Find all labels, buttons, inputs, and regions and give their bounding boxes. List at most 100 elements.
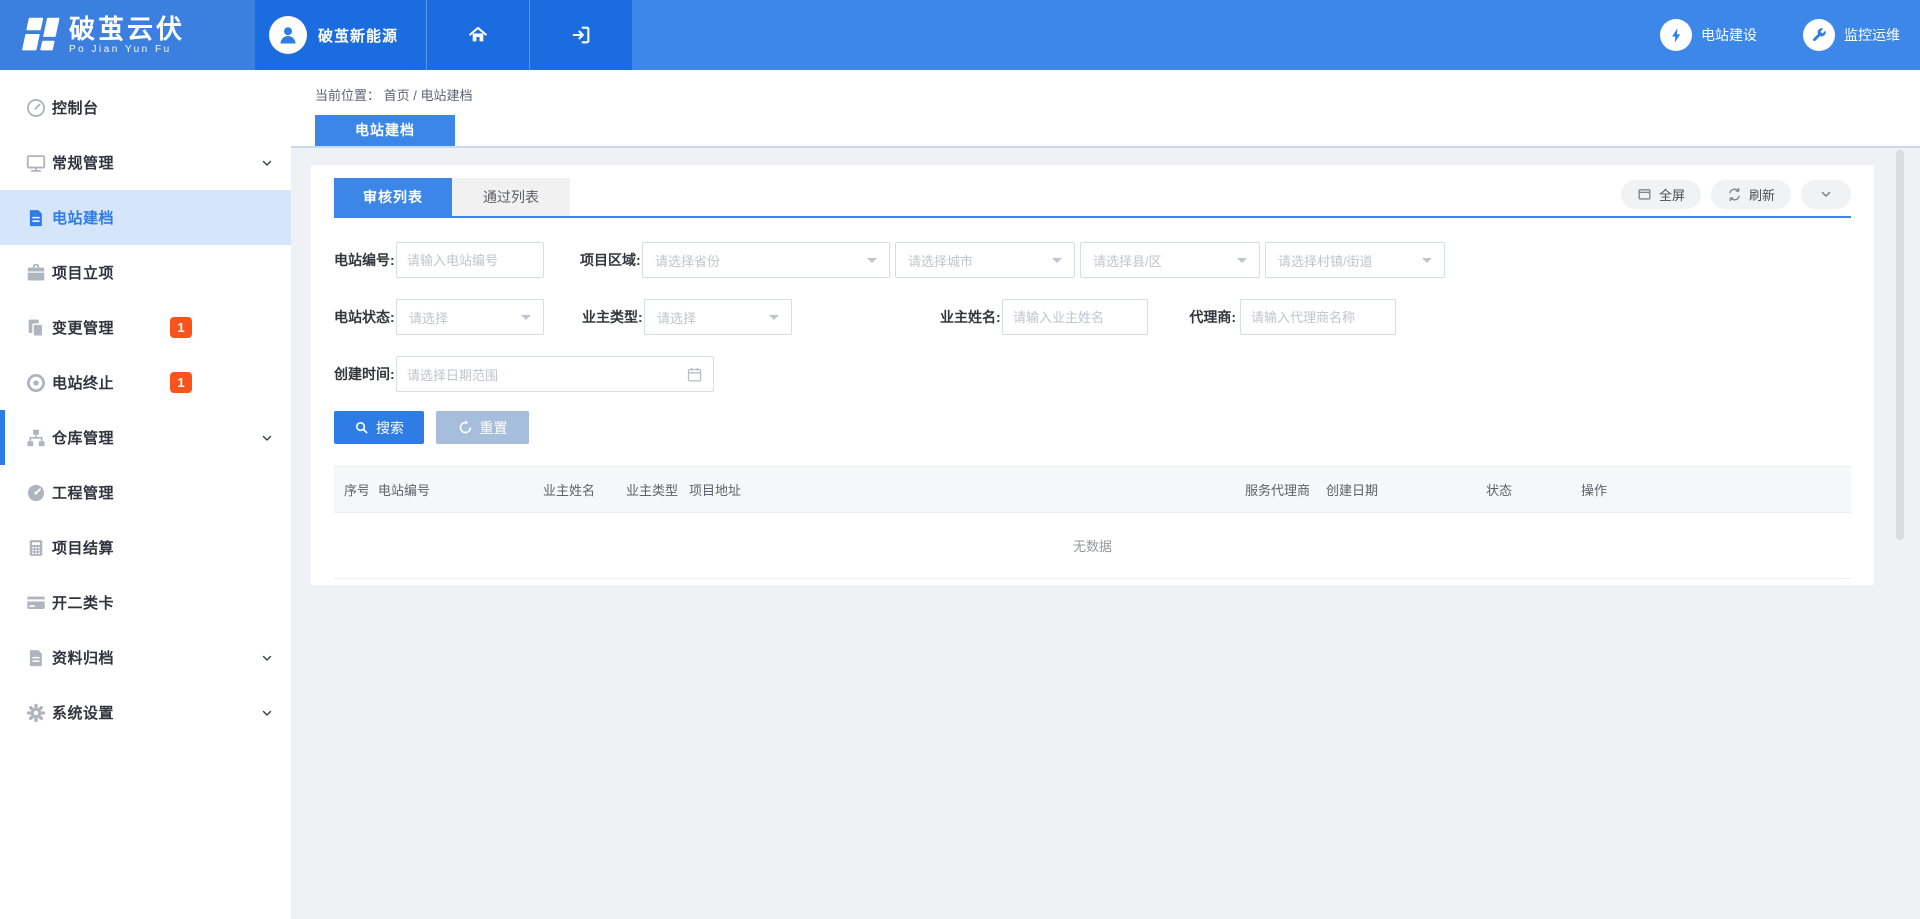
agent-input[interactable] xyxy=(1240,299,1396,335)
station-construction-label: 电站建设 xyxy=(1701,25,1757,45)
user-menu[interactable]: 破茧新能源 xyxy=(255,0,426,70)
topbar-right: 电站建设 监控运维 xyxy=(632,0,1920,70)
sidebar-item-data-archive[interactable]: 资料归档 xyxy=(0,630,291,685)
breadcrumb-prefix: 当前位置： xyxy=(315,88,380,103)
owner-name-input[interactable] xyxy=(1002,299,1148,335)
chevron-down-icon xyxy=(260,156,274,170)
monitoring-ops-label: 监控运维 xyxy=(1844,25,1900,45)
panel-toolbar: 全屏 刷新 xyxy=(1621,180,1851,209)
search-button[interactable]: 搜索 xyxy=(334,411,424,444)
date-range-input[interactable]: 请选择日期范围 xyxy=(396,356,714,392)
table-header: 序号 电站编号 业主姓名 业主类型 项目地址 服务代理商 创建日期 状态 操作 xyxy=(334,466,1851,513)
chevron-down-icon xyxy=(260,651,274,665)
wrench-icon xyxy=(1803,19,1835,51)
gauge-icon xyxy=(24,482,48,504)
home-button[interactable] xyxy=(426,0,529,70)
search-icon xyxy=(354,420,369,435)
dashboard-icon xyxy=(24,97,48,119)
table-header-cell: 业主姓名 xyxy=(533,480,616,499)
caret-down-icon xyxy=(1052,258,1062,268)
caret-down-icon xyxy=(1237,258,1247,268)
user-avatar-icon xyxy=(269,16,307,54)
signin-button[interactable] xyxy=(529,0,632,70)
station-no-label: 电站编号: xyxy=(334,250,392,270)
village-select[interactable]: 请选择村镇/街道 xyxy=(1265,242,1445,278)
refresh-button[interactable]: 刷新 xyxy=(1711,180,1791,209)
topbar: 破茧云伏 Po Jian Yun Fu 破茧新能源 电站建设 xyxy=(0,0,1920,70)
monitoring-ops-link[interactable]: 监控运维 xyxy=(1803,19,1900,51)
sidebar-item-general-mgmt[interactable]: 常规管理 xyxy=(0,135,291,190)
tab-review-list[interactable]: 审核列表 xyxy=(334,178,452,216)
sidebar-item-console[interactable]: 控制台 xyxy=(0,80,291,135)
filter-row-2: 电站状态: 请选择 业主类型: 请选择 业主姓名: 代理商: xyxy=(334,299,1851,335)
caret-down-icon xyxy=(1422,258,1432,268)
company-name: 破茧新能源 xyxy=(318,25,398,46)
sidebar-item-change-mgmt[interactable]: 变更管理 1 xyxy=(0,300,291,355)
reset-icon xyxy=(458,420,473,435)
content-area: 当前位置： 首页 / 电站建档 电站建档 审核列表 通过列表 全屏 xyxy=(291,70,1920,919)
county-select[interactable]: 请选择县/区 xyxy=(1080,242,1260,278)
sidebar-item-station-filing[interactable]: 电站建档 xyxy=(0,190,291,245)
notification-badge: 1 xyxy=(170,372,192,393)
briefcase-icon xyxy=(24,262,48,284)
calculator-icon xyxy=(24,537,48,559)
sidebar-item-type2-card[interactable]: 开二类卡 xyxy=(0,575,291,630)
table-header-cell: 项目地址 xyxy=(679,480,1235,499)
refresh-icon xyxy=(1727,187,1742,202)
table-header-cell: 创建日期 xyxy=(1316,480,1476,499)
chevron-down-icon xyxy=(260,431,274,445)
gear-icon xyxy=(24,702,48,724)
bolt-icon xyxy=(1660,19,1692,51)
sidebar-item-project-initiation[interactable]: 项目立项 xyxy=(0,245,291,300)
filter-row-1: 电站编号: 项目区域: 请选择省份 请选择城市 请选择县/区 请选择村镇/街道 xyxy=(334,242,1851,278)
owner-name-label: 业主姓名: xyxy=(940,307,998,327)
sidebar-item-warehouse-mgmt[interactable]: 仓库管理 xyxy=(0,410,291,465)
table-header-cell: 序号 xyxy=(334,480,368,499)
tab-passed-list[interactable]: 通过列表 xyxy=(452,178,570,216)
monitor-icon xyxy=(24,152,48,174)
page-header: 当前位置： 首页 / 电站建档 电站建档 xyxy=(291,70,1920,148)
region-label: 项目区域: xyxy=(580,250,638,270)
breadcrumb-current: 电站建档 xyxy=(421,88,473,103)
filter-actions: 搜索 重置 xyxy=(334,411,1851,444)
caret-down-icon xyxy=(867,258,877,268)
owner-type-select[interactable]: 请选择 xyxy=(644,299,792,335)
copy-icon xyxy=(24,317,48,339)
fullscreen-button[interactable]: 全屏 xyxy=(1621,180,1701,209)
station-status-label: 电站状态: xyxy=(334,307,392,327)
file-icon xyxy=(24,207,48,229)
table-header-cell: 电站编号 xyxy=(368,480,533,499)
table-header-cell: 操作 xyxy=(1571,480,1851,499)
sidebar-item-station-termination[interactable]: 电站终止 1 xyxy=(0,355,291,410)
brand-title: 破茧云伏 xyxy=(69,15,185,43)
home-icon xyxy=(467,24,489,46)
caret-down-icon xyxy=(521,315,531,325)
breadcrumb-home-link[interactable]: 首页 xyxy=(384,88,410,103)
notification-badge: 1 xyxy=(170,317,192,338)
calendar-icon xyxy=(686,366,703,383)
card-icon xyxy=(24,592,48,614)
main-panel: 审核列表 通过列表 全屏 刷新 xyxy=(311,165,1874,585)
sidebar: 控制台 常规管理 电站建档 项目立项 xyxy=(0,70,291,919)
province-select[interactable]: 请选择省份 xyxy=(642,242,890,278)
fullscreen-icon xyxy=(1637,187,1652,202)
panel-tabs: 审核列表 通过列表 全屏 刷新 xyxy=(334,178,1851,218)
collapse-toolbar-button[interactable] xyxy=(1801,180,1851,209)
sidebar-item-system-settings[interactable]: 系统设置 xyxy=(0,685,291,740)
station-status-select[interactable]: 请选择 xyxy=(396,299,544,335)
signin-icon xyxy=(570,24,592,46)
filter-row-3: 创建时间: 请选择日期范围 xyxy=(334,356,1851,392)
reset-button[interactable]: 重置 xyxy=(436,411,529,444)
city-select[interactable]: 请选择城市 xyxy=(895,242,1075,278)
page-scrollbar[interactable] xyxy=(1896,150,1904,540)
station-no-input[interactable] xyxy=(396,242,544,278)
page-tab-station-filing[interactable]: 电站建档 xyxy=(315,115,455,146)
owner-type-label: 业主类型: xyxy=(582,307,640,327)
chevron-down-icon xyxy=(1819,187,1833,201)
topnav: 破茧新能源 xyxy=(255,0,632,70)
record-icon xyxy=(24,372,48,394)
sidebar-item-engineering-mgmt[interactable]: 工程管理 xyxy=(0,465,291,520)
station-construction-link[interactable]: 电站建设 xyxy=(1660,19,1757,51)
empty-state: 无数据 xyxy=(334,513,1851,579)
sidebar-item-project-settlement[interactable]: 项目结算 xyxy=(0,520,291,575)
